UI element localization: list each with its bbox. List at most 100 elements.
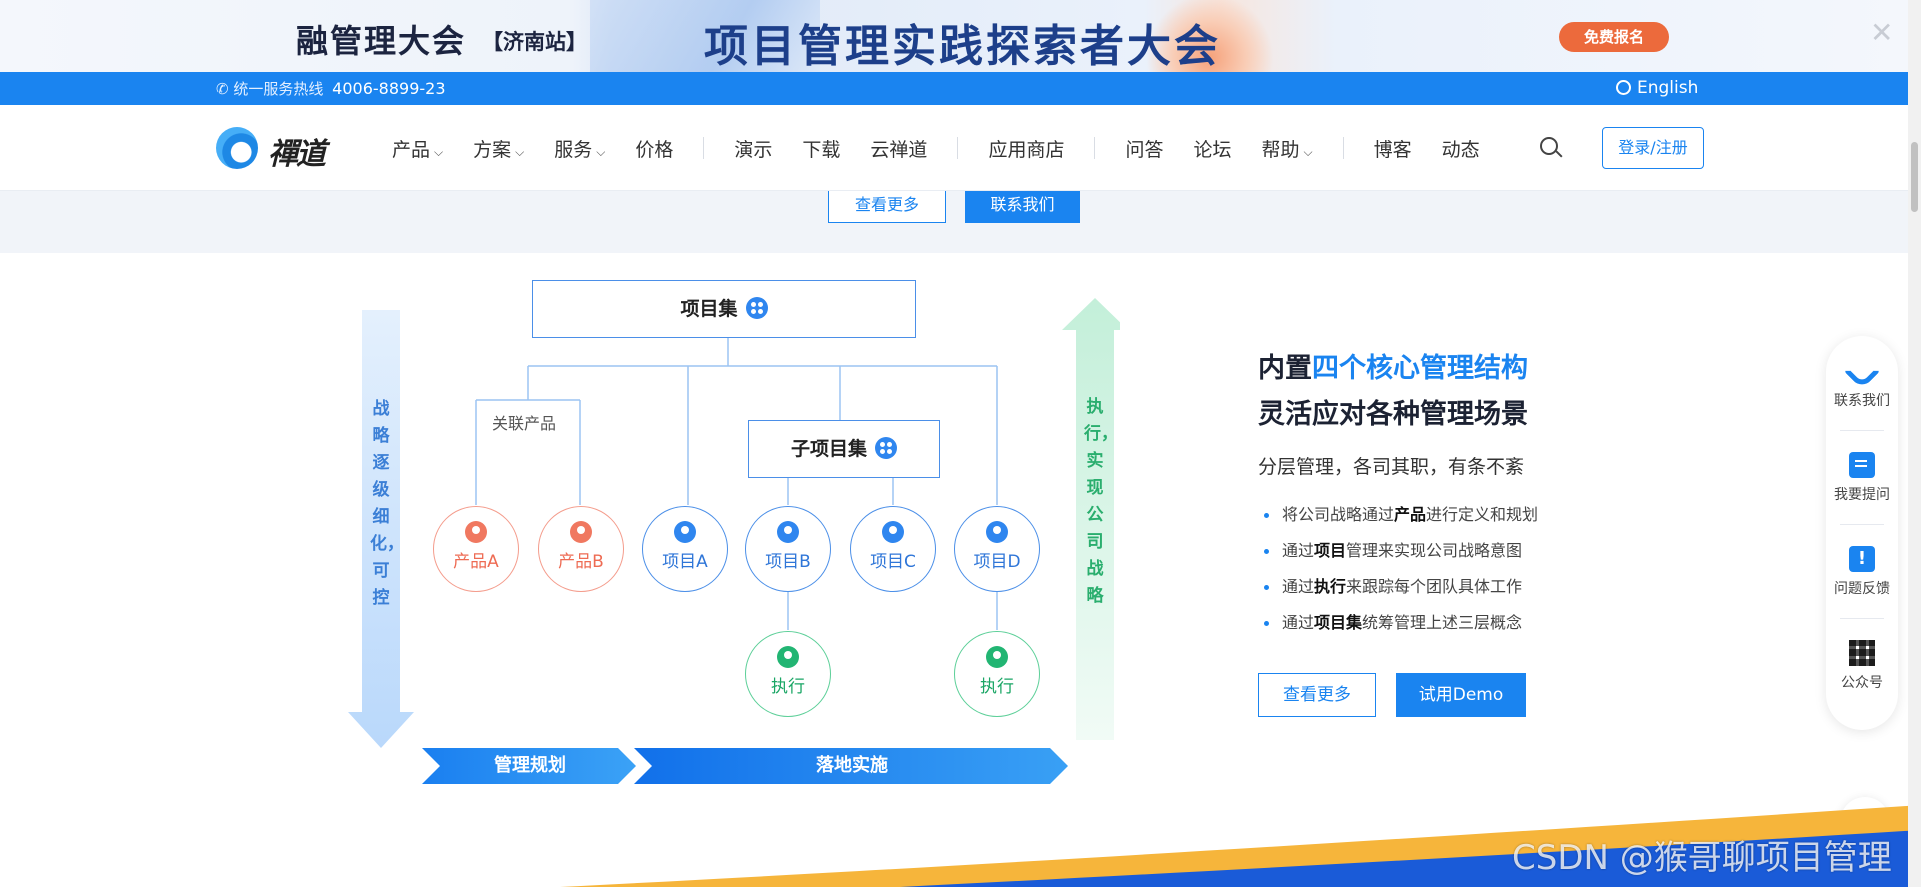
login-register-button[interactable]: 登录/注册 [1602,127,1704,169]
structure-diagram: 项目集 关联产品 子项目集 产品A 产品B 项目A 项目B 项目C 项目D 执行… [340,270,1120,790]
free-register-button[interactable]: 免费报名 [1559,22,1669,52]
promo-banner[interactable]: 融管理大会 【济南站】 项目管理实践探索者大会 免费报名 ✕ [0,0,1908,72]
search-icon[interactable] [1540,137,1563,159]
nav-item-blog[interactable]: 博客 [1374,135,1412,162]
nav-item-app-store[interactable]: 应用商店 [988,135,1064,162]
list-item: 通过项目管理来实现公司战略意图 [1258,533,1678,569]
edit-icon [1849,452,1875,478]
program-box: 项目集 [532,280,916,338]
feature-title-line2: 灵活应对各种管理场景 [1258,399,1528,430]
nav-item-demo[interactable]: 演示 [734,135,772,162]
sidebar-item-contact[interactable]: 联系我们 [1826,352,1898,410]
sidebar-item-label: 问题反馈 [1834,581,1890,597]
hotline: ✆ 统一服务热线 4006-8899-23 [216,78,446,99]
ribbon-planning-label: 管理规划 [494,755,566,776]
main-nav: 禪道 产品 ⌵ 方案 ⌵ 服务 ⌵ 价格 演示 下载 云禅道 应用商店 问答 论坛 帮… [0,105,1908,191]
right-vertical-text: 执行，实现公司战略 [1084,397,1118,606]
product-label: 产品A [453,552,499,572]
globe-icon [1616,80,1631,95]
zentao-logo[interactable]: 禪道 [216,125,356,172]
execution-label: 执行 [771,677,805,697]
qr-code-icon [1849,640,1875,666]
nav-item-cloud[interactable]: 云禅道 [870,135,927,162]
phone-icon [1843,352,1881,390]
nav-item-label: 服务 [554,138,593,161]
nav-item-label: 产品 [392,138,431,161]
page-scrollbar[interactable] [1908,0,1921,887]
runner-icon [777,646,799,668]
program-grid-icon [745,297,768,319]
nav-item-solution[interactable]: 方案 ⌵ [473,135,524,162]
product-node: 产品B [538,506,624,592]
ribbon-implementation-label: 落地实施 [816,755,888,776]
nav-item-forum[interactable]: 论坛 [1193,135,1231,162]
project-node: 项目D [954,506,1040,592]
nav-item-product[interactable]: 产品 ⌵ [392,135,443,162]
sidebar-divider [1840,618,1884,619]
contact-us-button[interactable]: 联系我们 [965,191,1080,223]
scrollbar-thumb[interactable] [1911,142,1918,212]
chevron-down-icon: ⌵ [434,144,444,159]
phone-icon: ✆ [216,80,229,98]
list-item: 通过执行来跟踪每个团队具体工作 [1258,569,1678,605]
sub-program-grid-icon [875,437,897,459]
feature-description: 内置四个核心管理结构 灵活应对各种管理场景 分层管理，各司其职，有条不紊 将公司… [1258,346,1678,717]
banner-main-title: 项目管理实践探索者大会 [704,21,1221,72]
list-item: 将公司战略通过产品进行定义和规划 [1258,497,1678,533]
sidebar-item-label: 联系我们 [1834,393,1890,409]
alert-icon [1849,546,1875,572]
language-switch[interactable]: English [1616,78,1698,98]
nav-divider [957,137,959,159]
try-demo-button[interactable]: 试用Demo [1396,673,1526,717]
floating-sidebar: 联系我们 我要提问 问题反馈 公众号 [1826,336,1898,730]
sidebar-item-wechat[interactable]: 公众号 [1826,640,1898,692]
project-label: 项目B [765,552,811,572]
sub-program-label: 子项目集 [790,438,867,460]
nav-item-label: 帮助 [1261,138,1300,161]
nav-item-price[interactable]: 价格 [635,135,673,162]
previous-section: 查看更多 联系我们 [0,191,1908,253]
close-banner-icon[interactable]: ✕ [1870,18,1893,48]
related-products-label: 关联产品 [492,414,557,433]
nav-item-qa[interactable]: 问答 [1125,135,1163,162]
logo-swirl-icon [216,127,258,169]
product-label: 产品B [558,552,604,572]
product-icon [570,521,592,543]
view-more-button[interactable]: 查看更多 [1258,673,1376,717]
feature-subtitle: 分层管理，各司其职，有条不紊 [1258,456,1525,478]
title-highlight: 四个核心管理结构 [1312,353,1528,384]
left-vertical-text: 战略逐级细化，可控 [370,399,404,608]
hotline-number: 4006-8899-23 [332,79,446,98]
title-prefix: 内置 [1258,353,1312,384]
nav-divider [1342,137,1344,159]
project-icon [674,521,696,543]
feature-bullets: 将公司战略通过产品进行定义和规划 通过项目管理来实现公司战略意图 通过执行来跟踪… [1258,497,1678,641]
nav-menu: 产品 ⌵ 方案 ⌵ 服务 ⌵ 价格 演示 下载 云禅道 应用商店 问答 论坛 帮助 ⌵ … [392,105,1510,191]
language-label: English [1637,78,1699,98]
feature-buttons: 查看更多 试用Demo [1258,673,1678,717]
feature-title: 内置四个核心管理结构 [1258,346,1678,392]
project-icon [986,521,1008,543]
nav-item-news[interactable]: 动态 [1442,135,1480,162]
nav-item-download[interactable]: 下载 [802,135,840,162]
csdn-watermark: CSDN @猴哥聊项目管理 [1512,838,1892,878]
sidebar-item-ask[interactable]: 我要提问 [1826,452,1898,504]
chevron-down-icon: ⌵ [1303,144,1313,159]
sidebar-item-feedback[interactable]: 问题反馈 [1826,546,1898,598]
program-label: 项目集 [680,298,738,320]
hotline-label: 统一服务热线 [233,80,324,98]
project-node: 项目A [642,506,728,592]
sidebar-divider [1840,524,1884,525]
project-icon [777,521,799,543]
project-label: 项目A [662,552,708,572]
execution-node: 执行 [954,631,1040,717]
view-more-button[interactable]: 查看更多 [828,191,946,223]
execution-node: 执行 [745,631,831,717]
nav-item-service[interactable]: 服务 ⌵ [554,135,605,162]
project-label: 项目C [870,552,916,572]
nav-item-help[interactable]: 帮助 ⌵ [1261,135,1312,162]
project-node: 项目B [745,506,831,592]
sidebar-item-label: 公众号 [1841,675,1883,691]
project-node: 项目C [850,506,936,592]
sub-program-box: 子项目集 [748,420,940,478]
